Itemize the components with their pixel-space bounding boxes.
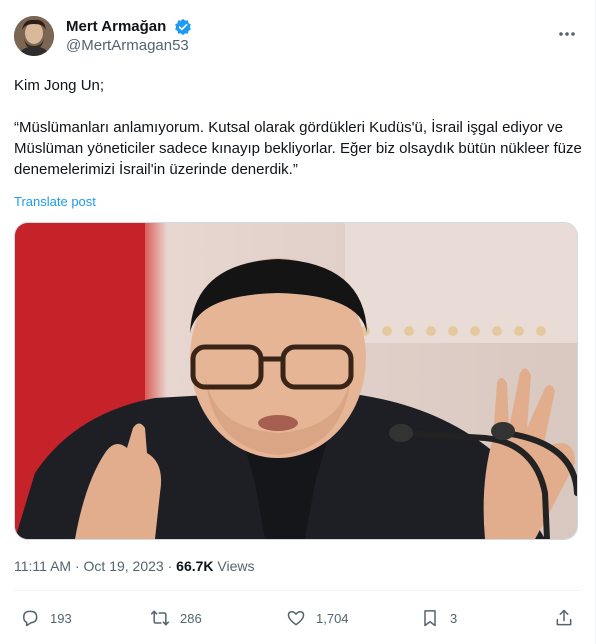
- like-button[interactable]: 1,704: [286, 604, 349, 632]
- repost-count: 286: [180, 610, 202, 626]
- post-date[interactable]: Oct 19, 2023: [84, 558, 164, 574]
- bookmark-count: 3: [450, 610, 458, 626]
- reply-icon: [23, 610, 38, 627]
- author-handle[interactable]: @MertArmagan53: [66, 36, 192, 56]
- post-header: Mert Armağan @MertArmagan53: [14, 14, 581, 58]
- reply-button[interactable]: 193: [20, 604, 72, 632]
- share-icon: [556, 609, 572, 626]
- repost-button[interactable]: 286: [150, 604, 202, 632]
- author-info: Mert Armağan @MertArmagan53: [66, 18, 192, 56]
- divider: [14, 590, 581, 591]
- repost-icon: [150, 610, 170, 626]
- views-count: 66.7K: [176, 558, 214, 574]
- meta-separator: ·: [163, 558, 177, 574]
- bookmark-icon: [424, 610, 436, 627]
- action-bar: 193 286 1,704 3: [14, 604, 581, 632]
- like-count: 1,704: [316, 610, 349, 626]
- post-time[interactable]: 11:11 AM: [14, 558, 71, 574]
- bookmark-button[interactable]: 3: [420, 604, 457, 632]
- author-name[interactable]: Mert Armağan: [66, 18, 166, 36]
- views-label: Views: [213, 558, 255, 574]
- share-button[interactable]: [554, 604, 584, 632]
- more-icon[interactable]: [557, 24, 577, 44]
- like-icon: [287, 611, 305, 626]
- reply-count: 193: [50, 610, 72, 626]
- post-text: Kim Jong Un; “Müslümanları anlamıyorum. …: [14, 77, 582, 178]
- post-card: Mert Armağan @MertArmagan53 Kim Jong Un;…: [0, 0, 596, 644]
- post-image[interactable]: [14, 222, 578, 540]
- meta-separator: ·: [71, 558, 84, 574]
- verified-badge-icon: [174, 18, 192, 36]
- translate-link[interactable]: Translate post: [14, 194, 96, 209]
- avatar[interactable]: [14, 16, 54, 56]
- post-meta: 11:11 AM · Oct 19, 2023 · 66.7K Views: [14, 558, 255, 574]
